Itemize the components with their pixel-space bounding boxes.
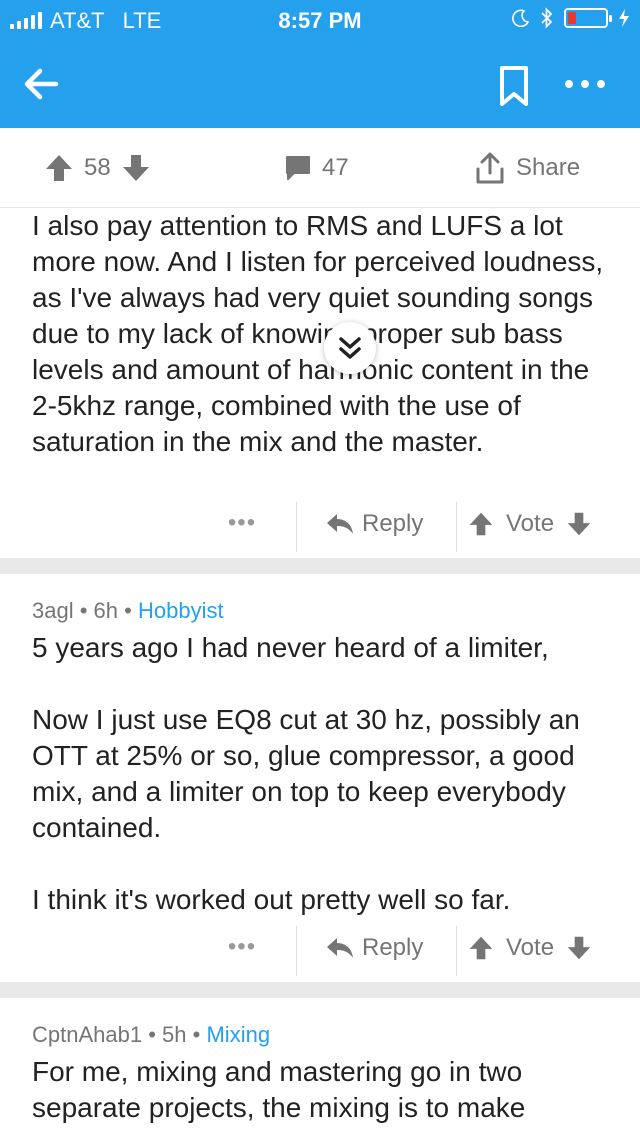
meta-separator: • [148, 1022, 156, 1047]
comment-meta: CptnAhab1 • 5h • Mixing [32, 1022, 270, 1048]
comment-paragraph: Now I just use EQ8 cut at 30 hz, possibl… [32, 704, 580, 843]
comment-separator [0, 982, 640, 998]
vote-label: Vote [506, 510, 555, 537]
scroll-down-button[interactable] [324, 322, 376, 374]
upvote-icon[interactable] [44, 153, 74, 183]
upvote-icon[interactable] [468, 935, 494, 961]
reply-arrow-icon [327, 514, 353, 534]
double-chevron-down-icon [339, 337, 361, 359]
meta-separator: • [79, 598, 88, 623]
comment-actions: ••• Reply Vote [0, 926, 640, 976]
comments-button[interactable]: 47 [284, 150, 349, 186]
more-horizontal-icon [565, 80, 605, 88]
bookmark-icon [500, 66, 528, 106]
user-flair: Hobbyist [137, 598, 224, 623]
comment-meta: 3agl • 6h • Hobbyist [32, 598, 224, 624]
comment-count: 47 [322, 154, 349, 181]
comment-author[interactable]: CptnAhab1 [32, 1022, 142, 1047]
meta-separator: • [124, 598, 132, 623]
reply-button[interactable]: Reply [326, 510, 423, 538]
vote-group: Vote [468, 510, 592, 538]
arrow-left-icon [24, 68, 59, 100]
comment-more-button[interactable]: ••• [222, 932, 262, 972]
comment-body: I also pay attention to RMS and LUFS a l… [32, 210, 604, 457]
divider [296, 502, 297, 552]
battery-icon [564, 8, 612, 28]
post-vote-group: 58 [44, 150, 151, 186]
comment-more-button[interactable]: ••• [222, 508, 262, 548]
status-right [512, 7, 630, 29]
divider [456, 926, 457, 976]
comment-bubble-icon [286, 156, 310, 180]
bookmark-button[interactable] [494, 64, 534, 108]
upvote-icon[interactable] [468, 511, 494, 537]
comment-age: 6h [93, 598, 119, 623]
more-options-button[interactable] [560, 66, 610, 102]
vote-group: Vote [468, 934, 592, 962]
vote-label: Vote [506, 934, 555, 961]
comment-body: 5 years ago I had never heard of a limit… [32, 630, 612, 954]
downvote-icon[interactable] [566, 935, 592, 961]
divider [296, 926, 297, 976]
post-action-bar: 58 47 Share [0, 128, 640, 208]
comment-body: For me, mixing and mastering go in two s… [32, 1056, 526, 1123]
status-bar: AT&T LTE 8:57 PM [0, 0, 640, 40]
downvote-icon[interactable] [566, 511, 592, 537]
downvote-icon[interactable] [121, 153, 151, 183]
app-bar [0, 40, 640, 128]
divider [456, 502, 457, 552]
comment-actions: ••• Reply Vote [0, 502, 640, 552]
comment-separator [0, 558, 640, 574]
comment-paragraph: 5 years ago I had never heard of a limit… [32, 632, 549, 663]
upvote-count: 58 [84, 154, 111, 181]
bluetooth-icon [541, 7, 553, 29]
back-button[interactable] [18, 60, 66, 108]
meta-separator: • [192, 1022, 201, 1047]
moon-icon [512, 9, 530, 27]
user-flair: Mixing [206, 1022, 271, 1047]
share-icon [476, 152, 504, 184]
comment-age: 5h [162, 1022, 187, 1047]
share-button[interactable]: Share [474, 150, 580, 186]
reply-button[interactable]: Reply [326, 934, 423, 962]
comment-author[interactable]: 3agl [32, 598, 74, 623]
comment-paragraph: I think it's worked out pretty well so f… [32, 884, 511, 915]
reply-arrow-icon [327, 938, 353, 958]
charging-icon [619, 9, 629, 27]
reply-label: Reply [362, 934, 424, 961]
reply-label: Reply [362, 510, 424, 537]
share-label: Share [516, 154, 581, 181]
